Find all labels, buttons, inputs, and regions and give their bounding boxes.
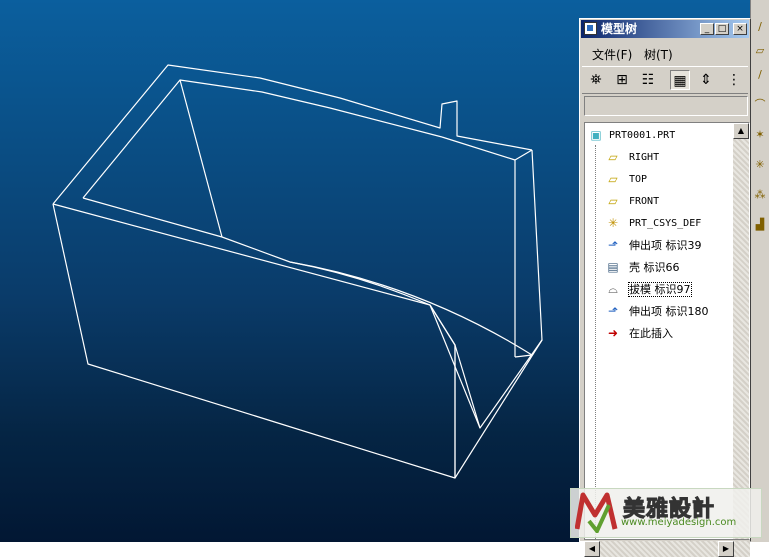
tree-item[interactable]: ▣ PRT0001.PRT bbox=[585, 125, 733, 145]
axis-icon[interactable]: / bbox=[753, 68, 767, 82]
window-icon bbox=[584, 22, 597, 35]
tree-vertical-scrollbar[interactable]: ▲ bbox=[733, 123, 749, 539]
tree-item[interactable]: ➜ 在此插入 bbox=[585, 323, 733, 343]
scroll-left-button[interactable]: ◀ bbox=[584, 541, 600, 557]
point-icon[interactable]: ✶ bbox=[753, 128, 767, 142]
expand-icon[interactable]: ⇕ bbox=[696, 70, 716, 90]
insert-here-icon: ➜ bbox=[607, 326, 619, 340]
tree-item-label: 拔模 标识97 bbox=[628, 282, 692, 297]
tree-columns-icon[interactable]: ☷ bbox=[638, 70, 658, 90]
right-toolbar-strip: ∕ ▱ / ⌒ ✶ ✳ ⁂ ▟ bbox=[750, 0, 769, 542]
watermark: 美雅設計 www.meiyadesign.com bbox=[570, 488, 762, 538]
tree-filter-icon[interactable]: ⊞ bbox=[612, 70, 632, 90]
model-tree-window: 模型树 _ □ × 文件(F) 树(T) ⛯ ⊞ ☷ ▦ ⇕ ⋮ ▣ PRT00… bbox=[579, 18, 751, 557]
tree-item-label: 伸出项 标识180 bbox=[629, 305, 709, 318]
tree-toolbar: ⛯ ⊞ ☷ ▦ ⇕ ⋮ bbox=[582, 66, 748, 94]
model-tree: ▣ PRT0001.PRT ▱ RIGHT ▱ TOP ▱ FRONT ✳ PR… bbox=[584, 122, 750, 540]
maximize-button[interactable]: □ bbox=[715, 23, 729, 35]
curve-icon[interactable]: ⌒ bbox=[753, 98, 767, 112]
window-title: 模型树 bbox=[601, 22, 638, 36]
shell-icon: ▤ bbox=[607, 260, 619, 274]
part-icon: ▣ bbox=[590, 128, 602, 142]
binoculars-icon[interactable]: ⛯ bbox=[586, 70, 606, 90]
tree-item-label: TOP bbox=[629, 174, 648, 185]
tree-display-icon[interactable]: ▦ bbox=[670, 70, 690, 90]
tree-item[interactable]: ▱ TOP bbox=[585, 169, 733, 189]
analysis-icon[interactable]: ⁂ bbox=[753, 188, 767, 202]
protrusion-icon: ⬏ bbox=[607, 304, 619, 318]
part-wireframe[interactable] bbox=[0, 0, 580, 542]
window-titlebar[interactable]: 模型树 _ □ × bbox=[581, 20, 749, 38]
datum-plane-icon: ▱ bbox=[608, 194, 618, 208]
tree-item[interactable]: ⬏ 伸出项 标识39 bbox=[585, 235, 733, 255]
csys-icon: ✳ bbox=[607, 216, 619, 230]
tree-item-label: 在此插入 bbox=[629, 327, 673, 340]
minimize-button[interactable]: _ bbox=[700, 23, 714, 35]
feature-icon[interactable]: ▟ bbox=[753, 218, 767, 232]
tree-item[interactable]: ✳ PRT_CSYS_DEF bbox=[585, 213, 733, 233]
sketch-icon[interactable]: ∕ bbox=[753, 20, 767, 34]
watermark-logo-icon bbox=[575, 492, 618, 533]
watermark-url: www.meiyadesign.com bbox=[621, 517, 737, 528]
tree-item[interactable]: ▱ FRONT bbox=[585, 191, 733, 211]
tree-item-label: PRT0001.PRT bbox=[609, 130, 676, 141]
draft-icon: ⌓ bbox=[608, 282, 618, 296]
close-button[interactable]: × bbox=[733, 23, 747, 35]
tree-item-label: FRONT bbox=[629, 196, 660, 207]
menu-tree[interactable]: 树(T) bbox=[644, 46, 673, 63]
tree-item-label: 壳 标识66 bbox=[629, 261, 680, 274]
tree-item-label: 伸出项 标识39 bbox=[629, 239, 702, 252]
tree-item-label: RIGHT bbox=[629, 152, 660, 163]
scroll-up-button[interactable]: ▲ bbox=[733, 123, 749, 139]
tree-item[interactable]: ⌓ 拔模 标识97 bbox=[585, 279, 733, 299]
csys-icon[interactable]: ✳ bbox=[753, 158, 767, 172]
datum-plane-icon: ▱ bbox=[608, 150, 618, 164]
tree-item[interactable]: ▱ RIGHT bbox=[585, 147, 733, 167]
tree-item[interactable]: ⬏ 伸出项 标识180 bbox=[585, 301, 733, 321]
menu-file[interactable]: 文件(F) bbox=[592, 46, 632, 63]
tree-horizontal-scrollbar[interactable]: ◀ ▶ bbox=[584, 541, 750, 557]
datum-plane-icon: ▱ bbox=[608, 172, 618, 186]
tree-search-field[interactable] bbox=[584, 96, 748, 116]
tree-item[interactable]: ▤ 壳 标识66 bbox=[585, 257, 733, 277]
plane-icon[interactable]: ▱ bbox=[753, 44, 767, 58]
scroll-right-button[interactable]: ▶ bbox=[718, 541, 734, 557]
tree-item-label: PRT_CSYS_DEF bbox=[629, 218, 702, 229]
settings-icon[interactable]: ⋮ bbox=[724, 70, 744, 90]
menu-bar: 文件(F) 树(T) bbox=[582, 43, 748, 63]
protrusion-icon: ⬏ bbox=[607, 238, 619, 252]
